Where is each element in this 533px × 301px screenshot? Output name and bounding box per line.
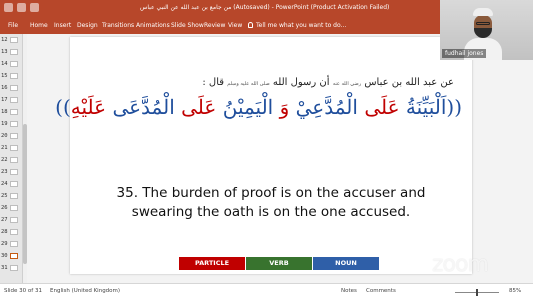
hadith-arabic-text: ((اَلْبَيِّنَةُ عَلَى الْمُدَّعِيْ وَ ال…: [55, 95, 462, 119]
thumb-number: 17: [1, 97, 8, 103]
scrollbar-thumb[interactable]: [23, 124, 27, 264]
tab-review[interactable]: Review: [204, 22, 225, 29]
notes-button[interactable]: Notes: [341, 288, 357, 294]
comments-button[interactable]: Comments: [366, 288, 396, 294]
thumb-number: 14: [1, 61, 8, 67]
legend-noun: NOUN: [313, 257, 379, 270]
thumb-number: 29: [1, 241, 8, 247]
tab-animations[interactable]: Animations: [136, 22, 170, 29]
thumb-number: 12: [1, 37, 8, 43]
tab-slide-show[interactable]: Slide Show: [171, 22, 204, 29]
thumb-number: 22: [1, 157, 8, 163]
tell-me-search[interactable]: Tell me what you want to do...: [248, 22, 346, 29]
undo-icon[interactable]: [17, 3, 26, 12]
slide-thumbnail[interactable]: [10, 37, 18, 43]
hadith-word-particle: عَلَى: [181, 95, 217, 119]
figure-glasses: [476, 22, 490, 25]
thumb-number: 26: [1, 205, 8, 211]
intro-said: قال :: [202, 77, 225, 88]
slide-thumbnail[interactable]: [10, 205, 18, 211]
hadith-word-noun: الْمُدَّعِيْ: [295, 95, 358, 119]
tab-home[interactable]: Home: [30, 22, 48, 29]
zoom-watermark: zoom: [432, 252, 489, 277]
figure-beard: [474, 28, 492, 38]
zoom-level[interactable]: 85%: [509, 288, 521, 294]
slide-thumbnail[interactable]: [10, 241, 18, 247]
language-indicator[interactable]: English (United Kingdom): [50, 288, 120, 294]
slide-thumbnail[interactable]: [10, 145, 18, 151]
intro-prophet: أن رسول الله: [272, 77, 330, 88]
slide-thumbnail[interactable]: [10, 49, 18, 55]
tab-view[interactable]: View: [228, 22, 242, 29]
intro-narrator: عن عبد الله بن عباس: [364, 77, 454, 88]
quick-access-toolbar: [4, 3, 39, 12]
thumb-number: 13: [1, 49, 8, 55]
translation-line-2: swearing the oath is on the one accused.: [131, 204, 411, 220]
slide-thumbnail[interactable]: [10, 157, 18, 163]
slide-thumbnail[interactable]: [10, 169, 18, 175]
tell-me-text: Tell me what you want to do...: [256, 22, 347, 29]
thumb-number: 31: [1, 265, 8, 271]
legend-particle: PARTICLE: [179, 257, 245, 270]
hadith-word-particle: وَ: [279, 95, 290, 119]
thumb-number: 30: [1, 253, 8, 259]
translation-line-1: 35. The burden of proof is on the accuse…: [116, 185, 426, 201]
slide-thumbnail[interactable]: [10, 133, 18, 139]
thumb-number: 27: [1, 217, 8, 223]
slide-counter: Slide 30 of 31: [4, 288, 42, 294]
slide-thumbnail[interactable]: [10, 193, 18, 199]
slide-thumbnail[interactable]: [10, 121, 18, 127]
hadith-word-noun: الْمُدَّعَى: [112, 95, 175, 119]
hadith-word-particle: عَلَيْهِ: [70, 95, 107, 119]
slide-thumbnail[interactable]: [10, 97, 18, 103]
slide-thumbnail[interactable]: [10, 109, 18, 115]
figure-cap: [473, 8, 493, 16]
slide-canvas[interactable]: عن عبد الله بن عباس رضي الله عنه أن رسول…: [55, 37, 472, 274]
redo-icon[interactable]: [30, 3, 39, 12]
thumb-number: 23: [1, 169, 8, 175]
slide-thumbnail[interactable]: [10, 61, 18, 67]
save-icon[interactable]: [4, 3, 13, 12]
tab-transitions[interactable]: Transitions: [102, 22, 134, 29]
zoom-slider-handle[interactable]: [476, 289, 478, 296]
thumb-number: 28: [1, 229, 8, 235]
lightbulb-icon: [248, 22, 253, 28]
thumb-number: 19: [1, 121, 8, 127]
slide-thumbnail-pane: 12 13 14 15 16 17 18 19 20 21 22 23 24 2…: [0, 34, 23, 283]
thumb-number: 21: [1, 145, 8, 151]
honorific-2: صلى الله عليه وسلم: [227, 81, 270, 87]
slide-thumbnail[interactable]: [10, 265, 18, 271]
thumb-number: 16: [1, 85, 8, 91]
status-bar: Slide 30 of 31 English (United Kingdom) …: [0, 283, 533, 301]
tab-design[interactable]: Design: [77, 22, 98, 29]
window-title: من جامع بن عبد الله عن النبي عباس (Autos…: [140, 4, 390, 11]
thumb-number: 20: [1, 133, 8, 139]
slide-thumbnail[interactable]: [10, 85, 18, 91]
slide-thumbnail[interactable]: [10, 73, 18, 79]
hadith-word-particle: عَلَى: [364, 95, 400, 119]
bracket-close: )): [55, 95, 71, 119]
hadith-narration-intro: عن عبد الله بن عباس رضي الله عنه أن رسول…: [202, 77, 454, 88]
slide-thumbnail[interactable]: [10, 229, 18, 235]
thumbnail-scrollbar[interactable]: [23, 34, 27, 283]
english-translation: 35. The burden of proof is on the accuse…: [70, 184, 472, 222]
slide-thumbnail[interactable]: [10, 181, 18, 187]
thumb-number: 25: [1, 193, 8, 199]
bracket-open: ((: [446, 95, 462, 119]
slide-thumbnail-active[interactable]: [10, 253, 18, 259]
tab-insert[interactable]: Insert: [54, 22, 71, 29]
thumb-number: 15: [1, 73, 8, 79]
hadith-word-noun: اَلْبَيِّنَةُ: [405, 95, 447, 119]
legend-verb: VERB: [246, 257, 312, 270]
thumb-number: 24: [1, 181, 8, 187]
participant-name: fudhail jones: [442, 49, 487, 58]
thumb-number: 18: [1, 109, 8, 115]
participant-video[interactable]: fudhail jones: [440, 0, 533, 60]
honorific-1: رضي الله عنه: [332, 81, 362, 87]
tab-file[interactable]: File: [8, 22, 18, 29]
hadith-word-noun: الْيَمِيْنُ: [222, 95, 274, 119]
slide-thumbnail[interactable]: [10, 217, 18, 223]
